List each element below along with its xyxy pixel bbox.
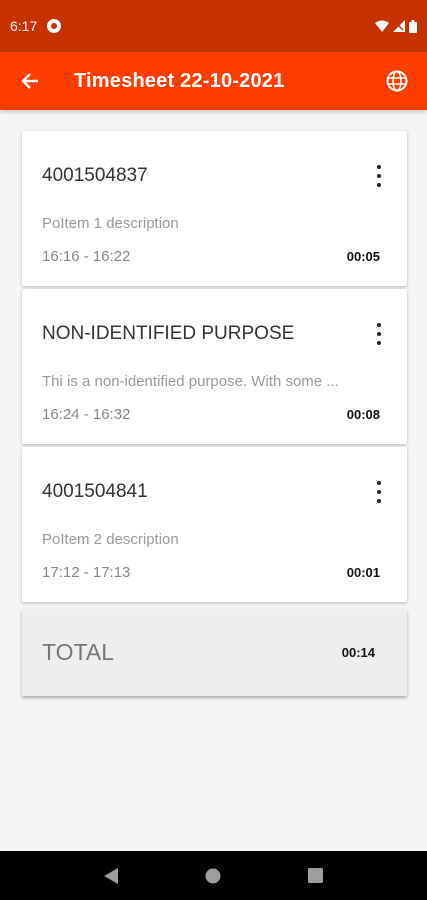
entry-time-range: 16:24 - 16:32 [42,406,131,423]
nav-home-button[interactable] [198,861,228,891]
timesheet-entry[interactable]: 4001504841 PoItem 2 description 17:12 - … [22,447,407,602]
entry-time-range: 17:12 - 17:13 [42,564,131,581]
entry-description: Thi is a non-identified purpose. With so… [42,373,339,390]
battery-icon [409,19,417,33]
entry-menu-button[interactable] [371,481,387,503]
timesheet-entry[interactable]: NON-IDENTIFIED PURPOSE Thi is a non-iden… [22,289,407,444]
more-vert-icon [377,165,381,169]
entry-duration: 00:01 [346,565,380,580]
total-label: TOTAL [42,639,114,665]
entry-duration: 00:08 [346,407,380,422]
more-vert-icon [377,323,381,327]
circle-home-icon [205,868,221,883]
status-icons [375,19,417,33]
square-recents-icon [308,868,324,883]
back-button[interactable] [14,65,46,97]
total-value: 00:14 [341,645,375,660]
timesheet-entry[interactable]: 4001504837 PoItem 1 description 16:16 - … [22,131,407,286]
entry-time-range: 16:16 - 16:22 [42,248,131,265]
globe-icon [386,70,408,92]
entry-title: NON-IDENTIFIED PURPOSE [42,323,295,344]
status-bar: 6:17 [0,0,427,52]
nav-recents-button[interactable] [301,861,331,891]
entry-description: PoItem 2 description [42,531,179,548]
entry-title: 4001504841 [42,481,148,502]
app-bar: Timesheet 22-10-2021 [0,52,427,110]
triangle-back-icon [104,867,119,884]
navigation-bar [0,851,427,900]
entry-description: PoItem 1 description [42,215,179,232]
entry-menu-button[interactable] [371,165,387,187]
wifi-icon [375,20,389,32]
signal-icon [393,20,405,32]
arrow-back-icon [21,73,38,89]
nav-back-button[interactable] [96,861,126,891]
entry-menu-button[interactable] [371,323,387,345]
more-vert-icon [377,481,381,485]
page-title: Timesheet 22-10-2021 [74,69,285,92]
total-card: TOTAL 00:14 [22,609,407,696]
entry-duration: 00:05 [346,249,380,264]
timesheet-list: 4001504837 PoItem 1 description 16:16 - … [22,131,407,605]
notification-app-icon [47,19,62,33]
language-button[interactable] [381,65,413,97]
entry-title: 4001504837 [42,165,148,186]
status-time: 6:17 [10,18,38,34]
